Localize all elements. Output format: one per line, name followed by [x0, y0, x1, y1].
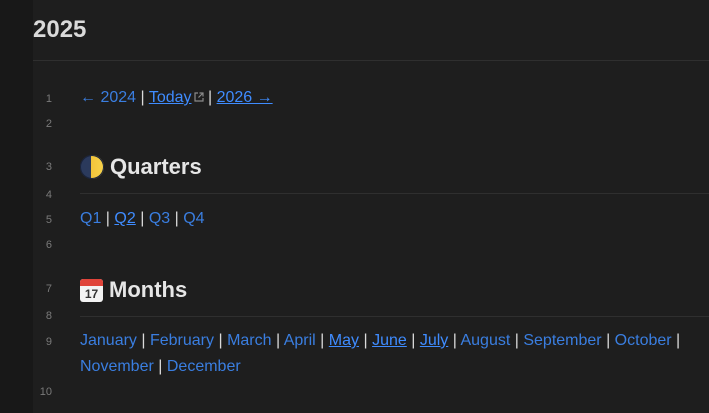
left-margin: [0, 0, 33, 413]
quarters-divider: [80, 193, 709, 194]
months-divider: [80, 316, 709, 317]
note-title[interactable]: 2025: [33, 14, 86, 46]
quarter-link-q2[interactable]: Q2: [114, 210, 135, 227]
external-link-icon: [193, 92, 204, 102]
month-link-november[interactable]: November: [80, 358, 154, 375]
quarter-link-q1[interactable]: Q1: [80, 210, 101, 227]
separator: |: [606, 332, 611, 349]
quarters-heading-text: Quarters: [110, 154, 202, 179]
line-number: 1: [45, 93, 52, 105]
month-link-march[interactable]: March: [227, 332, 271, 349]
line-number: 5: [45, 214, 52, 226]
prev-year-link[interactable]: ← 2024: [80, 89, 136, 106]
separator: |: [676, 332, 681, 349]
month-link-april[interactable]: April: [284, 332, 316, 349]
title-divider: [33, 60, 709, 61]
separator: |: [158, 358, 163, 375]
today-link[interactable]: Today: [149, 89, 204, 106]
separator: |: [363, 332, 368, 349]
quarter-link-q4[interactable]: Q4: [183, 210, 204, 227]
calendar-icon-date: 17: [84, 286, 99, 301]
months-heading[interactable]: 17 Months: [80, 277, 187, 303]
months-heading-text: Months: [109, 277, 188, 302]
quarters-heading[interactable]: Quarters: [80, 154, 202, 180]
month-link-august[interactable]: August: [460, 332, 510, 349]
line-number: 2: [45, 118, 52, 130]
quarter-link-q3[interactable]: Q3: [149, 210, 170, 227]
separator: |: [207, 89, 213, 106]
separator: |: [411, 332, 416, 349]
line-number: 9: [45, 336, 52, 348]
separator: |: [174, 210, 179, 227]
next-year-link[interactable]: 2026 →: [217, 89, 273, 106]
separator: |: [452, 332, 457, 349]
separator: |: [275, 332, 281, 349]
line-number: 8: [45, 310, 52, 322]
year-navigation: ← 2024 | Today | 2026 →: [80, 89, 709, 107]
line-number: 7: [45, 283, 52, 295]
month-link-june[interactable]: June: [372, 332, 407, 349]
separator: |: [140, 89, 145, 106]
month-link-february[interactable]: February: [150, 332, 214, 349]
today-label: Today: [148, 89, 192, 106]
month-link-october[interactable]: October: [615, 332, 672, 349]
first-quarter-moon-icon: [80, 155, 104, 179]
line-number: 4: [45, 189, 52, 201]
month-link-january[interactable]: January: [80, 332, 137, 349]
quarters-list: Q1 | Q2 | Q3 | Q4: [80, 210, 709, 228]
separator: |: [320, 332, 325, 349]
calendar-icon: 17: [80, 278, 103, 302]
separator: |: [514, 332, 519, 349]
month-link-may[interactable]: May: [329, 332, 359, 349]
separator: |: [141, 332, 146, 349]
separator: |: [140, 210, 145, 227]
line-number: 10: [39, 386, 52, 398]
separator: |: [105, 210, 110, 227]
months-list: January | February | March | April | May…: [80, 328, 701, 380]
month-link-september[interactable]: September: [523, 332, 601, 349]
line-number: 3: [45, 161, 52, 173]
calendar-icon-header: [80, 278, 103, 286]
line-number: 6: [45, 239, 52, 251]
separator: |: [218, 332, 223, 349]
month-link-july[interactable]: July: [420, 332, 448, 349]
month-link-december[interactable]: December: [167, 358, 241, 375]
